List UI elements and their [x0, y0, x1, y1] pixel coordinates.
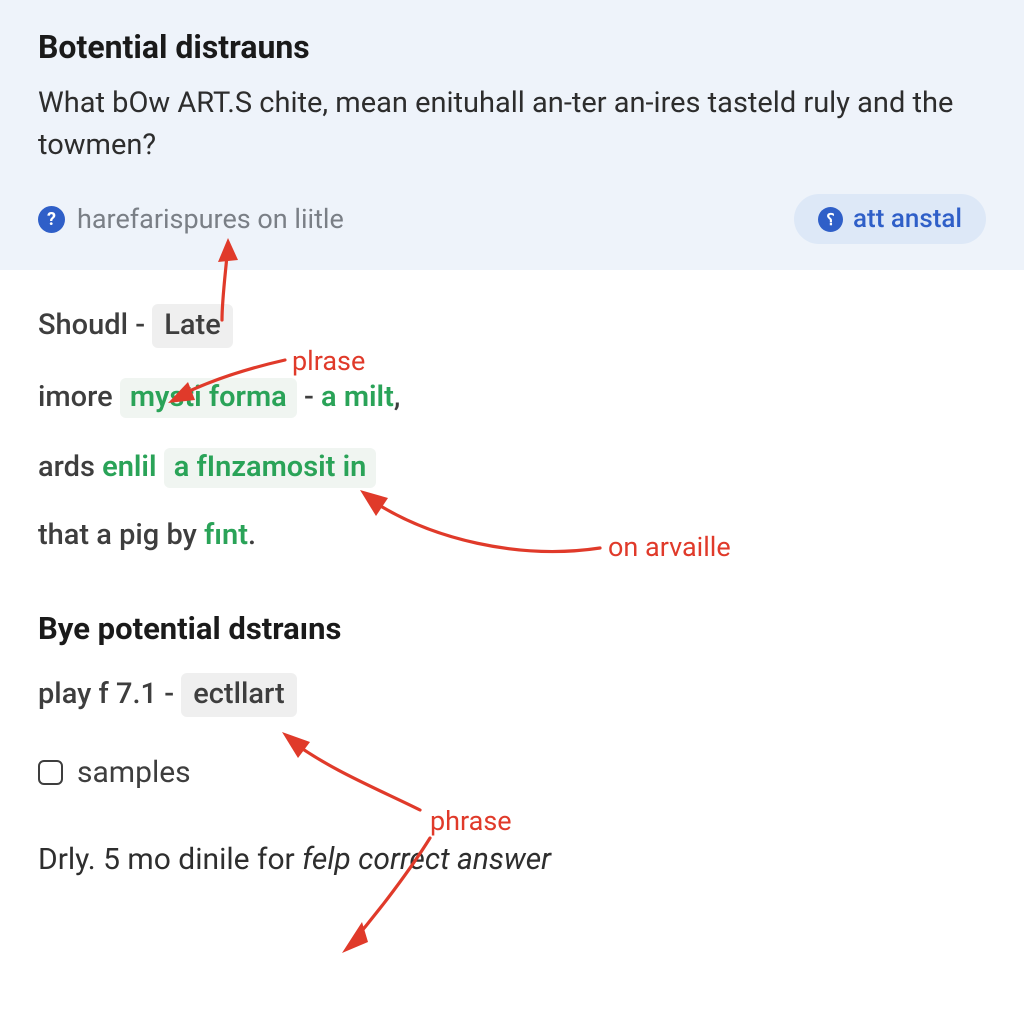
hint[interactable]: ? harefarispures on liitle — [38, 203, 344, 235]
text: - — [297, 380, 321, 414]
checkbox-icon[interactable] — [38, 760, 63, 785]
question-card: Botential distrauns What bOw ART.S chite… — [0, 0, 1024, 270]
highlight-token[interactable]: a fInzamosit in — [164, 448, 377, 488]
green-token: fınt — [204, 518, 248, 552]
hint-label: harefarispures on liitle — [77, 203, 344, 235]
answer-area: Shoudl - Late imore mysti forma - a milt… — [0, 270, 1024, 897]
italic-text: felp correct answer — [302, 842, 551, 877]
line-3: ards enlil a fInzamosit in — [38, 448, 986, 488]
line-4: that a pig by fınt. — [38, 518, 986, 552]
card-meta-row: ? harefarispures on liitle ؟ att anstal — [38, 194, 986, 244]
token-card[interactable]: Late — [152, 304, 233, 348]
text: that a pig by — [38, 518, 204, 552]
action-button[interactable]: ؟ att anstal — [794, 194, 986, 244]
section-heading: Bye potential dstraıns — [38, 610, 986, 647]
text: Drly. 5 mo dinile for — [38, 842, 302, 877]
green-token: a milt — [321, 380, 394, 414]
text: Shoudl - — [38, 308, 152, 342]
line-1: Shoudl - Late — [38, 304, 986, 348]
highlight-token[interactable]: mysti forma — [120, 378, 297, 418]
action-button-label: att anstal — [853, 204, 962, 234]
line-2: imore mysti forma - a milt, — [38, 378, 986, 418]
play-line: play f 7.1 - eсtllart — [38, 673, 986, 717]
text: imore — [38, 380, 120, 414]
token-card[interactable]: eсtllart — [181, 673, 296, 717]
text: . — [248, 518, 256, 552]
card-title: Botential distrauns — [38, 28, 986, 66]
section-2: Bye potential dstraıns play f 7.1 - eсtl… — [38, 610, 986, 877]
green-token: enlil — [102, 450, 156, 484]
text: play f 7.1 - — [38, 677, 181, 711]
question-text: What bOw ART.S chite, mean enituhall an-… — [38, 82, 986, 166]
final-line: Drly. 5 mo dinile for felp correct answe… — [38, 842, 986, 877]
info-icon: ؟ — [818, 207, 843, 232]
text — [157, 450, 164, 484]
question-mark-icon: ? — [38, 206, 65, 233]
checkbox-row[interactable]: samples — [38, 755, 986, 790]
checkbox-label: samples — [77, 755, 191, 790]
text: , — [394, 380, 401, 414]
text: ards — [38, 450, 102, 484]
